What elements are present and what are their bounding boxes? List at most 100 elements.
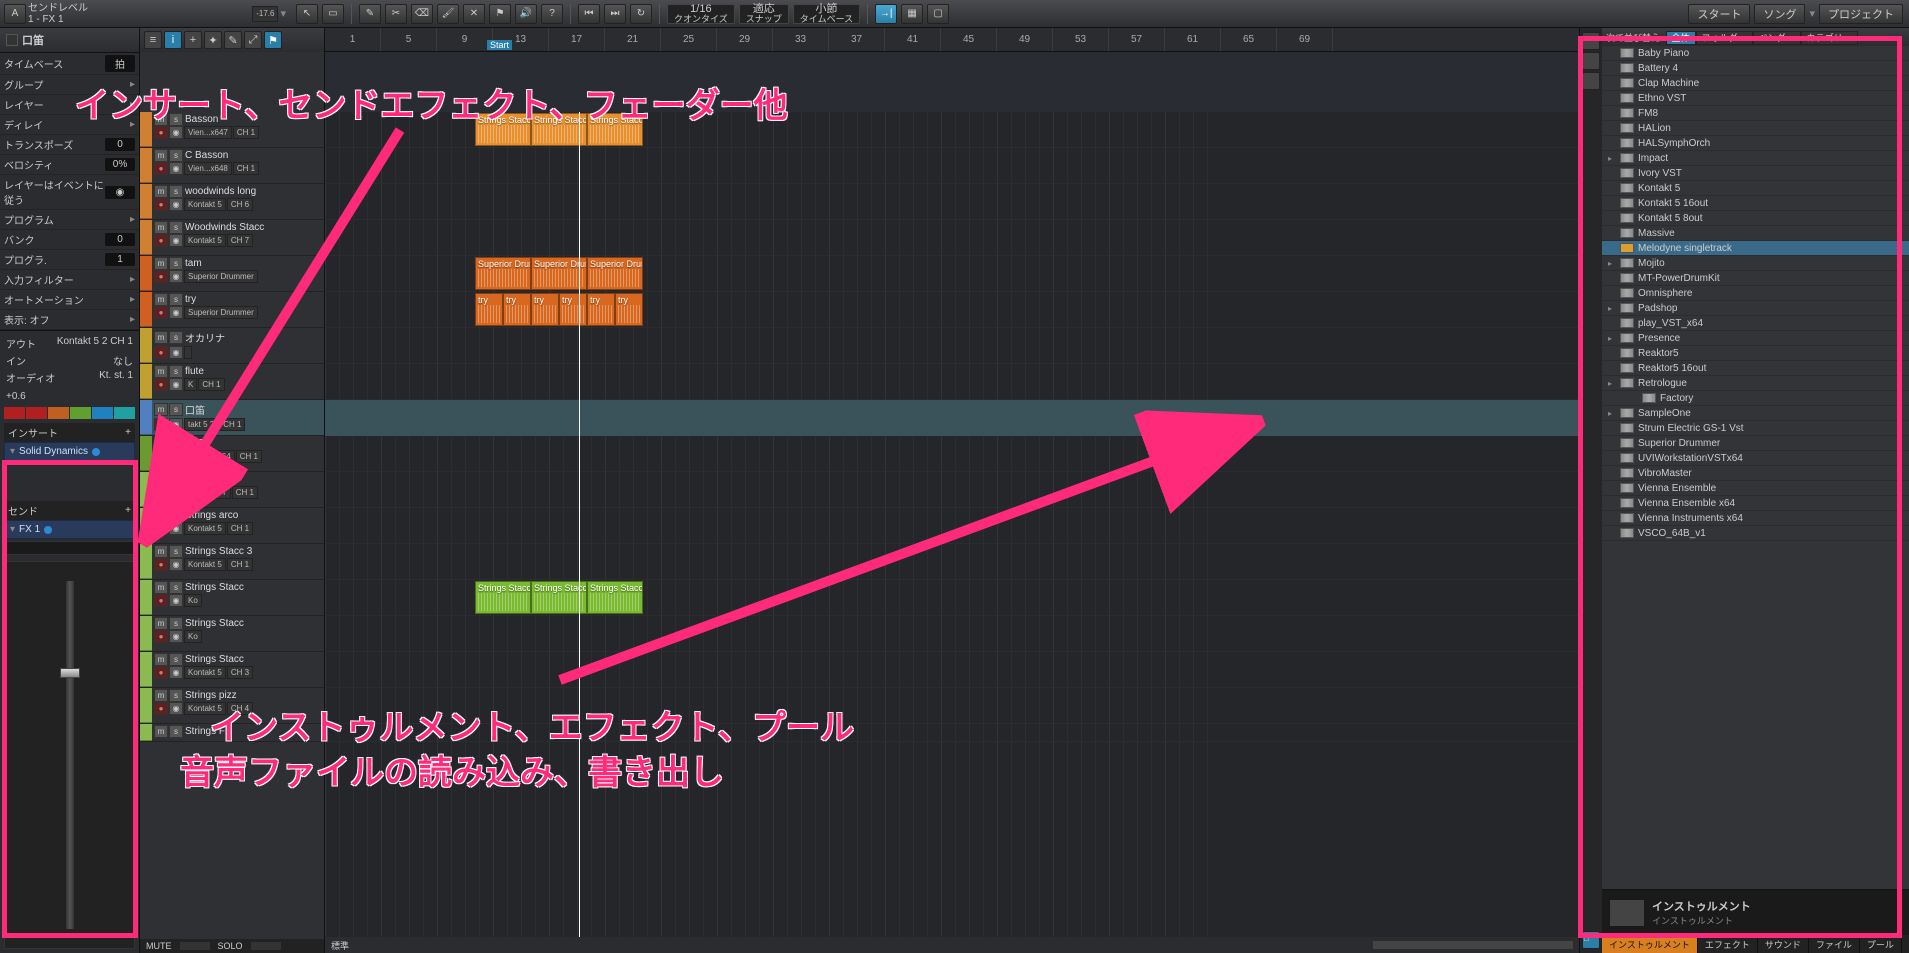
transport-rtz-icon[interactable]: ⏮ xyxy=(578,4,600,24)
monitor-button[interactable]: ◉ xyxy=(169,234,183,247)
ruler-tick[interactable]: 49 xyxy=(997,28,1053,51)
mute-button[interactable]: m xyxy=(154,689,168,702)
monitor-button[interactable]: ◉ xyxy=(169,630,183,643)
ruler-tick[interactable]: 41 xyxy=(885,28,941,51)
monitor-button[interactable]: ◉ xyxy=(169,522,183,535)
track-row[interactable]: msflute ●◉KCH 1 xyxy=(140,364,324,400)
record-button[interactable]: ● xyxy=(154,558,168,571)
start-marker[interactable]: Start xyxy=(487,40,512,50)
browser-strip-icon[interactable] xyxy=(1582,72,1600,90)
track-row[interactable]: msStrings Stacc 3 ●◉Kontakt 5CH 1 xyxy=(140,544,324,580)
tracklist-add-icon[interactable]: + xyxy=(184,31,202,49)
solo-button[interactable]: s xyxy=(169,293,183,306)
browser-item[interactable]: Reaktor5 xyxy=(1602,346,1909,361)
tool-paint-icon[interactable]: 🖌 xyxy=(437,4,459,24)
clip[interactable]: try xyxy=(587,293,615,326)
tracklist-menu-icon[interactable]: ≡ xyxy=(144,31,162,49)
fader-cap[interactable] xyxy=(60,668,80,678)
song-button[interactable]: ソング xyxy=(1754,4,1805,24)
solo-button[interactable]: s xyxy=(169,403,183,416)
browser-category-tab[interactable]: プール xyxy=(1860,935,1902,953)
mute-button[interactable]: m xyxy=(154,725,168,738)
tracklist-collapse-icon[interactable]: ⤢ xyxy=(244,31,262,49)
track-row[interactable]: msStrings FX xyxy=(140,724,324,742)
inspector-row[interactable]: バンク0 xyxy=(0,230,139,250)
browser-item[interactable]: Vienna Instruments x64 xyxy=(1602,511,1909,526)
monitor-button[interactable]: ◉ xyxy=(169,378,183,391)
track-instrument[interactable]: Kontakt 5 xyxy=(184,702,226,715)
record-button[interactable]: ● xyxy=(154,306,168,319)
track-channel[interactable]: CH 1 xyxy=(232,486,258,499)
track-color-icon[interactable] xyxy=(6,34,18,46)
solo-button[interactable]: s xyxy=(169,509,183,522)
ruler-tick[interactable]: 65 xyxy=(1221,28,1277,51)
track-instrument[interactable]: takt 5 2 xyxy=(184,418,218,431)
automation-mode-icon[interactable]: A xyxy=(4,4,26,24)
browser-category-tab[interactable]: エフェクト xyxy=(1698,935,1758,953)
browser-item[interactable]: Baby Piano xyxy=(1602,46,1909,61)
track-row[interactable]: msEthno VST ●◉Ethno VSTCH 1 xyxy=(140,472,324,508)
track-channel[interactable]: CH 1 xyxy=(227,558,253,571)
solo-button[interactable]: s xyxy=(169,437,183,450)
timeline-ruler[interactable]: Start 159131721252933374145495357616569 xyxy=(325,28,1579,52)
browser-sort-tab[interactable]: ベンダー xyxy=(1753,31,1801,45)
record-button[interactable]: ● xyxy=(154,270,168,283)
audio-value[interactable]: Kt. st. 1 xyxy=(99,370,133,385)
browser-item[interactable]: Superior Drummer xyxy=(1602,436,1909,451)
mute-button[interactable]: m xyxy=(154,473,168,486)
tracklist-flag-icon[interactable]: ⚑ xyxy=(264,31,282,49)
notepad-icon[interactable]: ▢ xyxy=(927,4,949,24)
solo-button[interactable]: s xyxy=(169,257,183,270)
tool-split-icon[interactable]: ✂ xyxy=(385,4,407,24)
track-row[interactable]: msWoodwinds Stacc ●◉Kontakt 5CH 7 xyxy=(140,220,324,256)
browser-item[interactable]: Impact xyxy=(1602,151,1909,166)
mute-button[interactable]: m xyxy=(154,653,168,666)
ruler-tick[interactable]: 61 xyxy=(1165,28,1221,51)
track-row[interactable]: msC Basson ●◉Vien...x648CH 1 xyxy=(140,148,324,184)
monitor-button[interactable]: ◉ xyxy=(169,270,183,283)
mute-button[interactable]: m xyxy=(154,365,168,378)
track-instrument[interactable]: UVIW..Tx64 xyxy=(184,450,235,463)
track-channel[interactable]: CH 3 xyxy=(227,666,253,679)
tracklist-info-icon[interactable]: i xyxy=(164,31,182,49)
mute-button[interactable]: m xyxy=(154,509,168,522)
browser-item[interactable]: SampleOne xyxy=(1602,406,1909,421)
track-instrument[interactable]: Ko xyxy=(184,594,202,607)
autoscroll-icon[interactable]: →| xyxy=(875,4,897,24)
mute-button[interactable]: m xyxy=(154,221,168,234)
browser-sort-tab[interactable]: フォルダー xyxy=(1696,31,1753,45)
clip[interactable]: Strings Stacc xyxy=(587,113,643,146)
inspector-row[interactable]: 表示: オフ▸ xyxy=(0,310,139,330)
channel-strip-buttons[interactable] xyxy=(4,407,135,419)
solo-button[interactable]: s xyxy=(169,581,183,594)
track-row[interactable]: msAGT ●◉UVIW..Tx64CH 1 xyxy=(140,436,324,472)
track-instrument[interactable]: Vien...x648 xyxy=(184,162,232,175)
snap-box[interactable]: 適応 スナップ xyxy=(739,4,789,24)
record-button[interactable]: ● xyxy=(154,162,168,175)
mute-button[interactable]: m xyxy=(154,331,168,344)
track-instrument[interactable] xyxy=(184,346,192,359)
ruler-tick[interactable]: 69 xyxy=(1277,28,1333,51)
browser-strip-icon[interactable] xyxy=(1582,52,1600,70)
track-channel[interactable]: CH 4 xyxy=(227,702,253,715)
inspector-row[interactable]: タイムベース拍 xyxy=(0,53,139,75)
project-button[interactable]: プロジェクト xyxy=(1819,4,1903,24)
tool-arrow-icon[interactable]: ↖ xyxy=(296,4,318,24)
record-button[interactable]: ● xyxy=(154,594,168,607)
browser-item[interactable]: Kontakt 5 16out xyxy=(1602,196,1909,211)
transport-loop-icon[interactable]: ↻ xyxy=(630,4,652,24)
mute-button[interactable]: m xyxy=(154,437,168,450)
channel-fader[interactable] xyxy=(4,561,135,949)
monitor-button[interactable]: ◉ xyxy=(169,594,183,607)
monitor-button[interactable]: ◉ xyxy=(169,306,183,319)
start-button[interactable]: スタート xyxy=(1688,4,1750,24)
send-slot[interactable]: ▾FX 1 xyxy=(4,520,135,539)
record-button[interactable]: ● xyxy=(154,702,168,715)
tool-draw-icon[interactable]: ✎ xyxy=(359,4,381,24)
record-button[interactable]: ● xyxy=(154,198,168,211)
in-value[interactable]: なし xyxy=(113,353,133,368)
ruler-tick[interactable]: 21 xyxy=(605,28,661,51)
marker-panel-icon[interactable]: ▦ xyxy=(901,4,923,24)
browser-item[interactable]: UVIWorkstationVSTx64 xyxy=(1602,451,1909,466)
track-instrument[interactable]: Kontakt 5 xyxy=(184,666,226,679)
